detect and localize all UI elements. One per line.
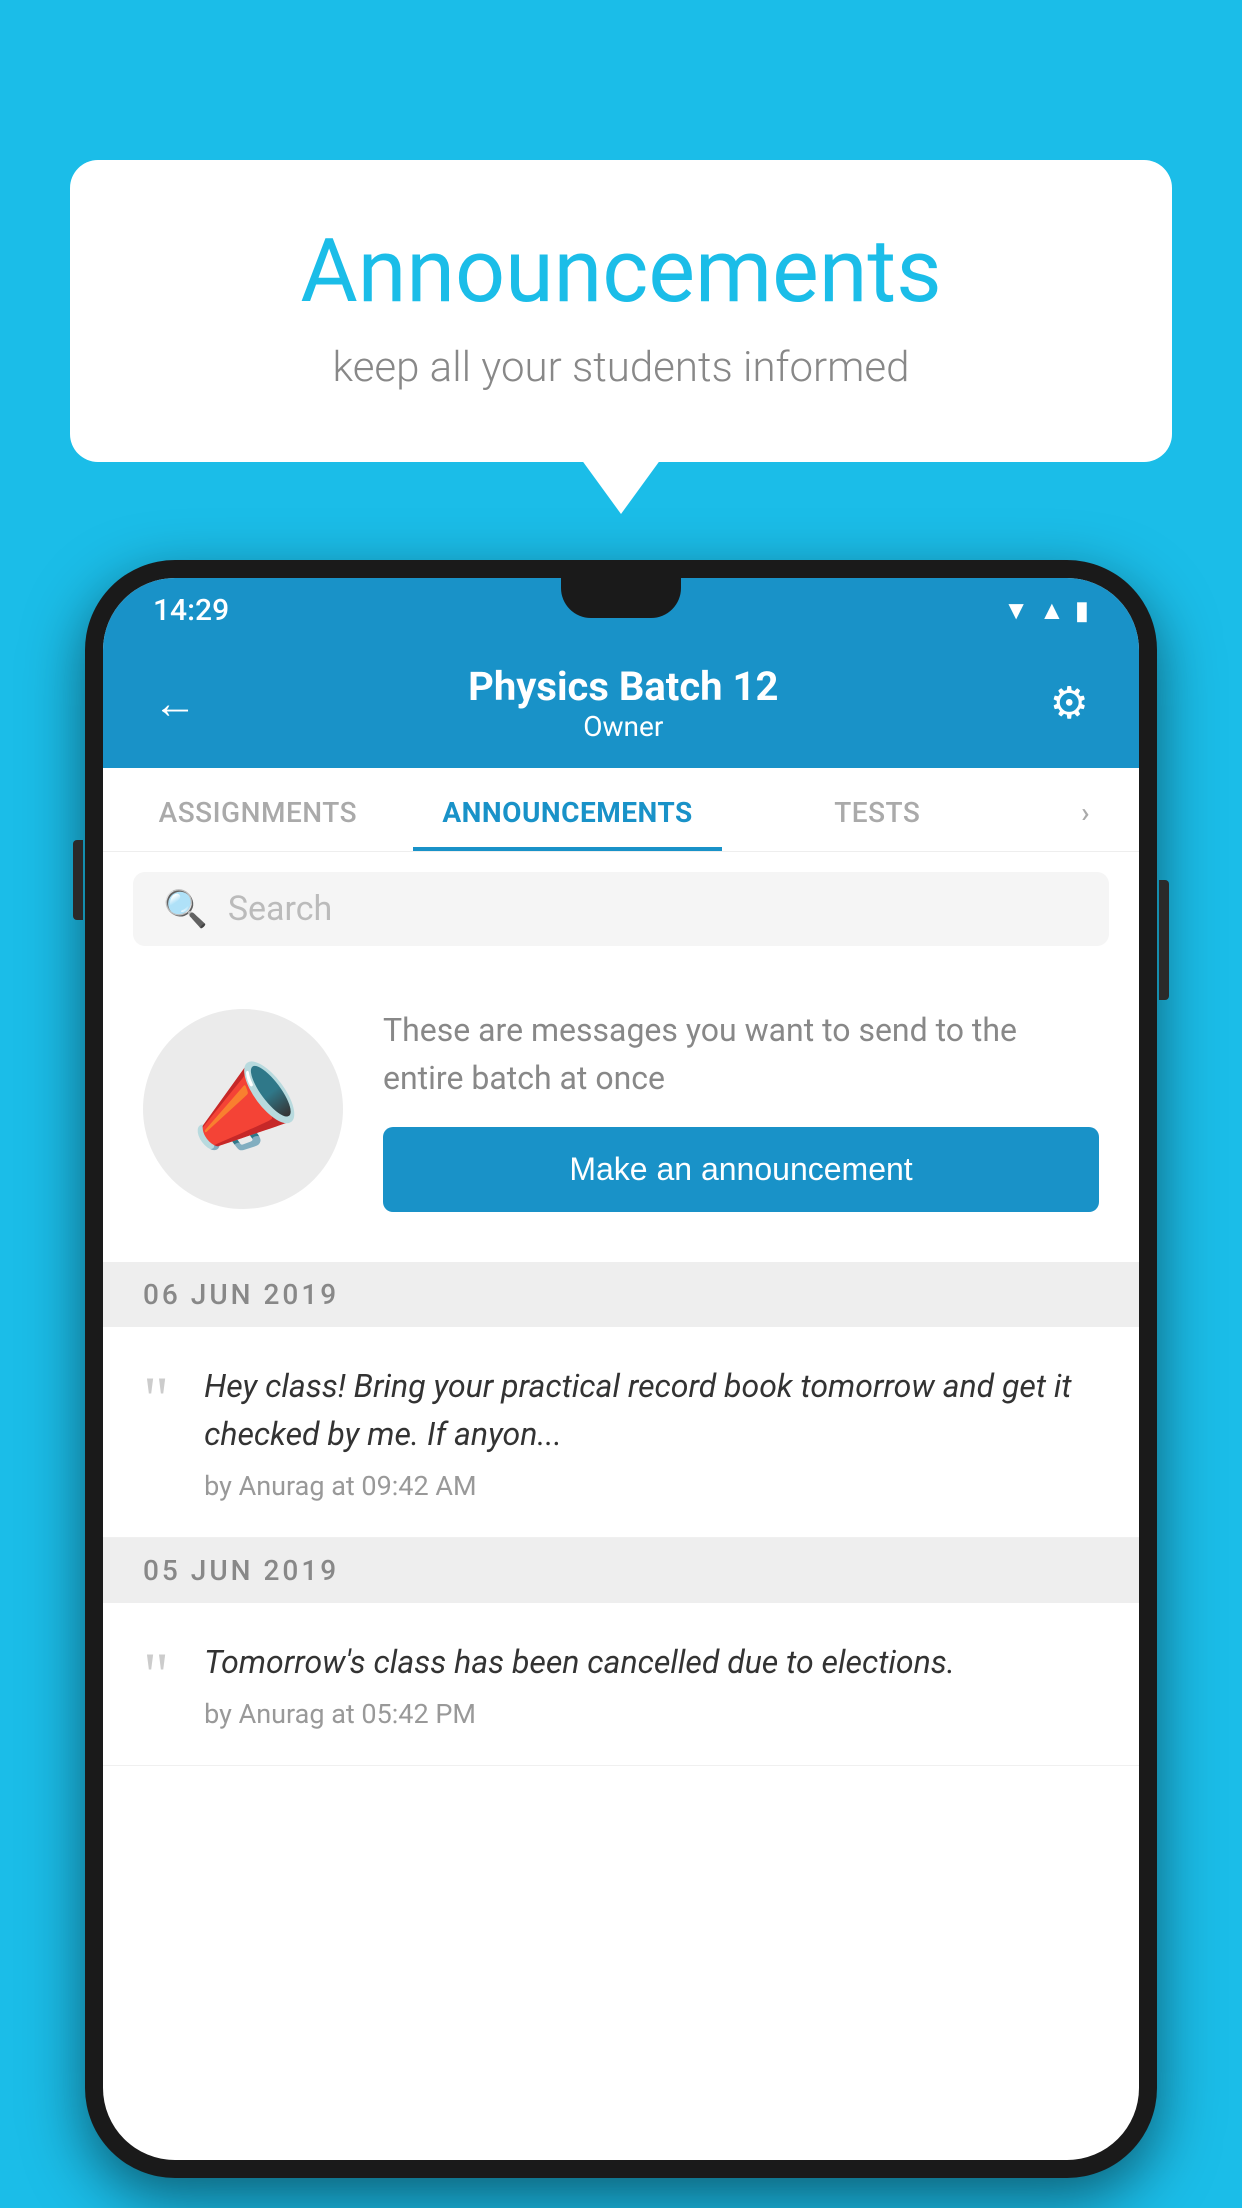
battery-icon: ▮ [1075,596,1089,626]
phone-frame: 14:29 ▼ ▲ ▮ ← Physics Batch 12 Owner ⚙ [85,560,1157,2178]
make-announcement-button[interactable]: Make an announcement [383,1127,1099,1212]
bubble-subtitle: keep all your students informed [150,343,1092,392]
app-header: ← Physics Batch 12 Owner ⚙ [103,643,1139,768]
tab-assignments[interactable]: ASSIGNMENTS [103,768,413,851]
announcement-item-1[interactable]: " Hey class! Bring your practical record… [103,1327,1139,1538]
speech-bubble-container: Announcements keep all your students inf… [70,160,1172,462]
phone-container: 14:29 ▼ ▲ ▮ ← Physics Batch 12 Owner ⚙ [85,560,1157,2178]
search-container: 🔍 Search [103,852,1139,966]
speech-bubble: Announcements keep all your students inf… [70,160,1172,462]
announcement-meta-1: by Anurag at 09:42 AM [204,1470,1099,1502]
empty-state-description: These are messages you want to send to t… [383,1006,1099,1102]
empty-state-right: These are messages you want to send to t… [383,1006,1099,1212]
announcement-icon-circle: 📣 [143,1009,343,1209]
wifi-icon: ▼ [1003,595,1029,626]
search-icon: 🔍 [163,888,208,930]
notch [561,578,681,618]
announcement-text-1: Hey class! Bring your practical record b… [204,1362,1099,1458]
search-bar[interactable]: 🔍 Search [133,872,1109,946]
header-subtitle: Owner [468,710,778,743]
search-placeholder: Search [228,889,332,929]
announcement-text-2: Tomorrow's class has been cancelled due … [204,1638,1099,1686]
announcement-content-2: Tomorrow's class has been cancelled due … [204,1638,1099,1730]
empty-state: 📣 These are messages you want to send to… [103,966,1139,1262]
quote-icon-1: " [143,1367,169,1431]
megaphone-icon: 📣 [175,1044,310,1174]
tab-more[interactable]: › [1032,768,1139,851]
date-label-1: 06 JUN 2019 [143,1278,339,1311]
header-title-block: Physics Batch 12 Owner [468,663,778,743]
announcement-content-1: Hey class! Bring your practical record b… [204,1362,1099,1502]
bubble-title: Announcements [150,220,1092,323]
phone-screen: 14:29 ▼ ▲ ▮ ← Physics Batch 12 Owner ⚙ [103,578,1139,2160]
tab-tests[interactable]: TESTS [722,768,1032,851]
more-tabs-icon: › [1081,796,1090,829]
status-icons: ▼ ▲ ▮ [1003,595,1089,626]
date-separator-2: 05 JUN 2019 [103,1538,1139,1603]
gear-icon[interactable]: ⚙ [1050,677,1089,729]
header-title: Physics Batch 12 [468,663,778,710]
back-button[interactable]: ← [153,677,197,729]
status-time: 14:29 [153,593,229,628]
tabs-bar: ASSIGNMENTS ANNOUNCEMENTS TESTS › [103,768,1139,852]
tab-announcements[interactable]: ANNOUNCEMENTS [413,768,723,851]
date-separator-1: 06 JUN 2019 [103,1262,1139,1327]
signal-icon: ▲ [1039,595,1065,626]
announcement-item-2[interactable]: " Tomorrow's class has been cancelled du… [103,1603,1139,1766]
announcement-meta-2: by Anurag at 05:42 PM [204,1698,1099,1730]
date-label-2: 05 JUN 2019 [143,1554,339,1587]
quote-icon-2: " [143,1643,169,1707]
status-bar: 14:29 ▼ ▲ ▮ [103,578,1139,643]
